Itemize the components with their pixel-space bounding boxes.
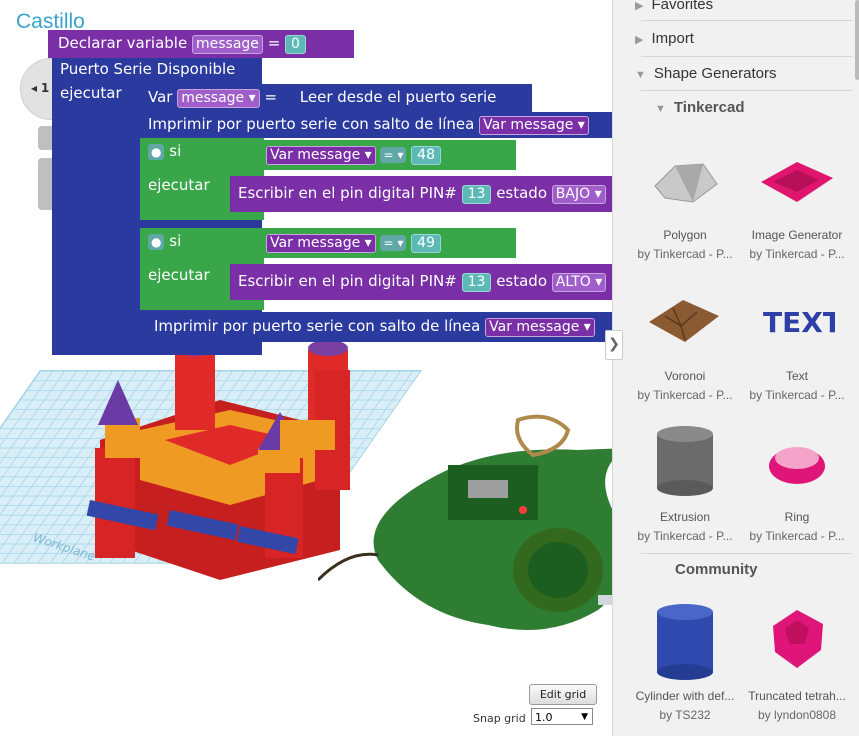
write1-pin-label: PIN#: [419, 184, 457, 202]
write1-pin-value[interactable]: 13: [461, 185, 492, 204]
declare-var-name[interactable]: message: [191, 35, 263, 54]
write2-state-label: estado: [496, 272, 548, 290]
snap-grid-select[interactable]: 1.0 ▼: [531, 708, 593, 725]
workplane-canvas[interactable]: Castillo ◂ 1 Workplane Declarar variable…: [0, 0, 612, 736]
write1-state[interactable]: BAJO ▾: [551, 185, 606, 204]
shape-item-polygon[interactable]: Polygon by Tinkercad - P...: [629, 228, 741, 261]
divider: [641, 553, 852, 554]
shape-item-voronoi[interactable]: Voronoi by Tinkercad - P...: [629, 369, 741, 402]
svg-text:TEXT: TEXT: [763, 306, 835, 339]
shape-item-ring[interactable]: Ring by Tinkercad - P...: [741, 510, 853, 543]
print2-label: Imprimir por puerto serie con salto de l…: [154, 317, 481, 335]
edit-grid-button[interactable]: Edit grid: [529, 684, 597, 705]
if1-var[interactable]: Var message ▾: [266, 146, 376, 165]
digital-write-block-2[interactable]: Escribir en el pin digital PIN# 13 estad…: [230, 264, 612, 300]
if2-var[interactable]: Var message ▾: [266, 234, 376, 253]
zoom-indicator: 1: [40, 81, 50, 95]
print2-var[interactable]: Var message ▾: [485, 318, 595, 337]
print-serial-block-2[interactable]: Imprimir por puerto serie con salto de l…: [146, 312, 612, 342]
section-community[interactable]: Community: [675, 561, 758, 578]
shape-item-image-generator[interactable]: Image Generator by Tinkercad - P...: [741, 228, 853, 261]
divider: [641, 20, 852, 21]
if1-si: si: [169, 142, 182, 160]
chevron-right-icon: ▶: [635, 34, 644, 46]
print1-label: Imprimir por puerto serie con salto de l…: [148, 115, 475, 133]
if1-condition[interactable]: Var message ▾ = ▾ 48: [258, 140, 516, 170]
cylinder-thumbnail[interactable]: [653, 602, 717, 680]
write1-label: Escribir en el pin digital: [238, 184, 415, 202]
sidebar-scrollbar[interactable]: [855, 0, 859, 80]
shape-item-extrusion[interactable]: Extrusion by Tinkercad - P...: [629, 510, 741, 543]
shapes-sidebar: ▶ Favorites ▶ Import ▼ Shape Generators ▼ Ti…: [612, 0, 859, 736]
extrusion-thumbnail[interactable]: [653, 424, 717, 496]
chevron-right-icon: ❯: [608, 336, 620, 352]
robot-photo: [318, 414, 612, 630]
shape-item-cylinder[interactable]: Cylinder with def... by TS232: [629, 689, 741, 722]
snap-grid-label: Snap grid: [473, 712, 526, 725]
if1-value[interactable]: 48: [411, 146, 441, 165]
section-tinkercad[interactable]: ▼ Tinkercad: [655, 99, 744, 116]
write1-state-label: estado: [496, 184, 548, 202]
assign-message-block[interactable]: Var message ▾ = Leer desde el puerto ser…: [140, 84, 532, 112]
section-shape-generators[interactable]: ▼ Shape Generators: [635, 65, 776, 82]
assign-var-name[interactable]: message ▾: [177, 89, 260, 108]
print1-var[interactable]: Var message ▾: [479, 116, 589, 135]
ring-thumbnail[interactable]: [765, 436, 829, 488]
shape-item-text[interactable]: Text by Tinkercad - P...: [741, 369, 853, 402]
if2-condition[interactable]: Var message ▾ = ▾ 49: [258, 228, 516, 258]
declare-variable-block[interactable]: Declarar variable message = 0: [48, 30, 354, 58]
divider: [641, 56, 852, 57]
if1-settings-icon[interactable]: ●: [148, 144, 165, 160]
image-generator-thumbnail[interactable]: [757, 158, 837, 208]
digital-write-block-1[interactable]: Escribir en el pin digital PIN# 13 estad…: [230, 176, 612, 212]
chevron-down-icon: ▼: [635, 69, 646, 81]
write2-state[interactable]: ALTO ▾: [551, 273, 607, 292]
section-import[interactable]: ▶ Import: [635, 30, 694, 47]
truncated-tetrahedron-thumbnail[interactable]: [763, 606, 831, 672]
polygon-thumbnail[interactable]: [649, 158, 721, 208]
shape-item-truncated-tetrahedron[interactable]: Truncated tetrah... by lyndon0808: [741, 689, 853, 722]
collapse-sidebar-button[interactable]: ❯: [605, 330, 623, 360]
assign-eq: =: [264, 88, 278, 106]
section-favorites[interactable]: ▶ Favorites: [635, 0, 713, 13]
write2-pin-value[interactable]: 13: [461, 273, 492, 292]
print-serial-block-1[interactable]: Imprimir por puerto serie con salto de l…: [140, 112, 612, 138]
chevron-right-icon: ▶: [635, 0, 644, 12]
if1-operator[interactable]: = ▾: [380, 147, 407, 163]
if2-si: si: [169, 232, 182, 250]
serial-available-label: Puerto Serie Disponible: [60, 60, 236, 78]
chevron-down-icon: ▼: [581, 712, 588, 722]
write2-label: Escribir en el pin digital: [238, 272, 415, 290]
declare-label: Declarar variable: [58, 34, 188, 52]
write2-pin-label: PIN#: [419, 272, 457, 290]
if2-value[interactable]: 49: [411, 234, 441, 253]
text-thumbnail[interactable]: TEXT: [759, 296, 835, 346]
read-serial-label: Leer desde el puerto serie: [299, 88, 497, 106]
voronoi-thumbnail[interactable]: [645, 296, 721, 346]
assign-var-kw: Var: [148, 88, 173, 106]
rotate-left-icon[interactable]: ◂ 1: [31, 81, 49, 95]
if2-operator[interactable]: = ▾: [380, 235, 407, 251]
if2-settings-icon[interactable]: ●: [148, 234, 165, 250]
chevron-down-icon: ▼: [655, 103, 666, 115]
declare-value[interactable]: 0: [285, 35, 306, 54]
declare-eq: =: [267, 34, 281, 52]
divider: [641, 90, 852, 91]
snap-grid-value: 1.0: [535, 711, 553, 724]
